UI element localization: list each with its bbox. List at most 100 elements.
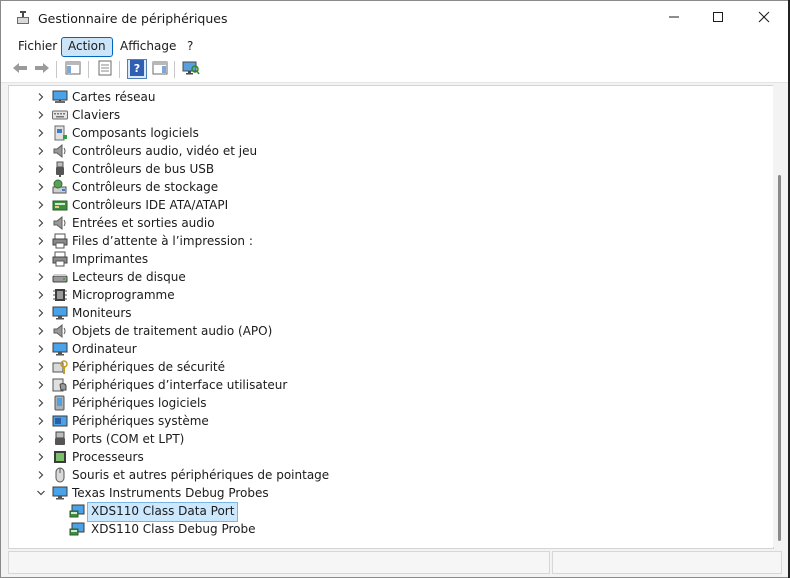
- scan-hardware-button[interactable]: [182, 60, 200, 78]
- back-button[interactable]: [11, 60, 29, 78]
- chevron-right-icon[interactable]: [34, 180, 48, 194]
- forward-button[interactable]: [33, 60, 51, 78]
- tree-item[interactable]: Imprimantes: [9, 250, 709, 268]
- debug-probe-device-icon: [69, 521, 85, 537]
- disk-drive-icon: [52, 269, 68, 285]
- chevron-right-icon[interactable]: [34, 234, 48, 248]
- vertical-scrollbar[interactable]: [773, 85, 787, 547]
- port-icon: [52, 431, 68, 447]
- tree-item[interactable]: Lecteurs de disque: [9, 268, 709, 286]
- toolbar-separator: [119, 61, 120, 78]
- print-queue-icon: [52, 233, 68, 249]
- tree-item[interactable]: Processeurs: [9, 448, 709, 466]
- help-button[interactable]: ?: [127, 59, 147, 79]
- chevron-right-icon[interactable]: [34, 162, 48, 176]
- firmware-icon: [52, 287, 68, 303]
- hid-icon: [52, 377, 68, 393]
- properties-icon: [97, 60, 113, 79]
- storage-controller-icon: [52, 179, 68, 195]
- show-hide-tree-button[interactable]: [64, 60, 82, 78]
- tree-item[interactable]: Texas Instruments Debug Probes: [9, 484, 709, 502]
- tree-item[interactable]: Objets de traitement audio (APO): [9, 322, 709, 340]
- tree-item[interactable]: Contrôleurs de bus USB: [9, 160, 709, 178]
- tree-item[interactable]: Contrôleurs de stockage: [9, 178, 709, 196]
- menu-fichier[interactable]: Fichier: [12, 37, 63, 55]
- tree-item[interactable]: Périphériques logiciels: [9, 394, 709, 412]
- tree-item[interactable]: Composants logiciels: [9, 124, 709, 142]
- chevron-right-icon[interactable]: [34, 288, 48, 302]
- tree-item[interactable]: Souris et autres périphériques de pointa…: [9, 466, 709, 484]
- maximize-icon: [712, 11, 724, 26]
- chevron-right-icon[interactable]: [34, 468, 48, 482]
- status-bar: [8, 551, 782, 574]
- chevron-right-icon[interactable]: [34, 198, 48, 212]
- minimize-button[interactable]: [651, 1, 697, 35]
- computer-icon: [52, 341, 68, 357]
- speaker-icon: [52, 143, 68, 159]
- tree-item[interactable]: Microprogramme: [9, 286, 709, 304]
- close-button[interactable]: [741, 1, 787, 35]
- vertical-scrollbar-thumb[interactable]: [778, 175, 781, 541]
- status-cell-secondary: [552, 551, 782, 574]
- chevron-right-icon[interactable]: [34, 126, 48, 140]
- tree-item[interactable]: Entrées et sorties audio: [9, 214, 709, 232]
- tree-item-label: Contrôleurs de stockage: [72, 180, 219, 194]
- tree-item[interactable]: Ordinateur: [9, 340, 709, 358]
- tree-item[interactable]: Contrôleurs IDE ATA/ATAPI: [9, 196, 709, 214]
- device-tree[interactable]: Cartes réseau Claviers Composants logiciel…: [8, 85, 774, 549]
- tree-item[interactable]: Contrôleurs audio, vidéo et jeu: [9, 142, 709, 160]
- chevron-right-icon[interactable]: [34, 270, 48, 284]
- chevron-right-icon[interactable]: [34, 324, 48, 338]
- tree-child-item[interactable]: XDS110 Class Data Port: [9, 502, 709, 522]
- tree-item-label: Composants logiciels: [72, 126, 199, 140]
- chevron-right-icon[interactable]: [34, 378, 48, 392]
- chevron-down-icon[interactable]: [34, 486, 48, 500]
- tree-item-label: Claviers: [72, 108, 121, 122]
- chevron-right-icon[interactable]: [34, 108, 48, 122]
- device-manager-app-icon: [15, 10, 31, 26]
- tree-item[interactable]: Moniteurs: [9, 304, 709, 322]
- chevron-right-icon[interactable]: [34, 414, 48, 428]
- tree-item[interactable]: Périphériques d’interface utilisateur: [9, 376, 709, 394]
- tree-item[interactable]: Files d’attente à l’impression :: [9, 232, 709, 250]
- tree-item-label: Périphériques d’interface utilisateur: [72, 378, 288, 392]
- tree-item[interactable]: Cartes réseau: [9, 88, 709, 106]
- svg-text:?: ?: [134, 62, 140, 75]
- audio-processing-icon: [52, 323, 68, 339]
- maximize-button[interactable]: [695, 1, 741, 35]
- tree-item[interactable]: Périphériques système: [9, 412, 709, 430]
- title-bar[interactable]: Gestionnaire de périphériques: [1, 1, 789, 35]
- menu-action[interactable]: Action: [61, 37, 113, 57]
- tree-item-label: Files d’attente à l’impression :: [72, 234, 253, 248]
- printer-icon: [52, 251, 68, 267]
- tree-item-label: Périphériques de sécurité: [72, 360, 226, 374]
- chevron-right-icon[interactable]: [34, 432, 48, 446]
- menu-affichage[interactable]: Affichage: [114, 37, 182, 55]
- chevron-right-icon[interactable]: [34, 144, 48, 158]
- tree-item-label: Imprimantes: [72, 252, 149, 266]
- software-component-icon: [52, 125, 68, 141]
- chevron-right-icon[interactable]: [34, 396, 48, 410]
- security-device-icon: [52, 359, 68, 375]
- tree-item[interactable]: Périphériques de sécurité: [9, 358, 709, 376]
- processor-icon: [52, 449, 68, 465]
- properties-button[interactable]: [96, 60, 114, 78]
- tree-item-label: Souris et autres périphériques de pointa…: [72, 468, 330, 482]
- tree-item-label: XDS110 Class Data Port: [87, 502, 239, 522]
- chevron-right-icon[interactable]: [34, 90, 48, 104]
- tree-child-item[interactable]: XDS110 Class Debug Probe: [9, 520, 709, 538]
- tree-item[interactable]: Ports (COM et LPT): [9, 430, 709, 448]
- tree-item[interactable]: Claviers: [9, 106, 709, 124]
- chevron-right-icon[interactable]: [34, 306, 48, 320]
- chevron-right-icon[interactable]: [34, 252, 48, 266]
- chevron-right-icon[interactable]: [34, 342, 48, 356]
- menu-help[interactable]: ?: [181, 37, 199, 55]
- chevron-right-icon[interactable]: [34, 450, 48, 464]
- action-pane-button[interactable]: [151, 60, 169, 78]
- tree-item-label: Périphériques système: [72, 414, 209, 428]
- chevron-right-icon[interactable]: [34, 360, 48, 374]
- tree-item-label: Ordinateur: [72, 342, 137, 356]
- chevron-right-icon[interactable]: [34, 216, 48, 230]
- tree-item-label: Périphériques logiciels: [72, 396, 207, 410]
- minimize-icon: [668, 11, 680, 26]
